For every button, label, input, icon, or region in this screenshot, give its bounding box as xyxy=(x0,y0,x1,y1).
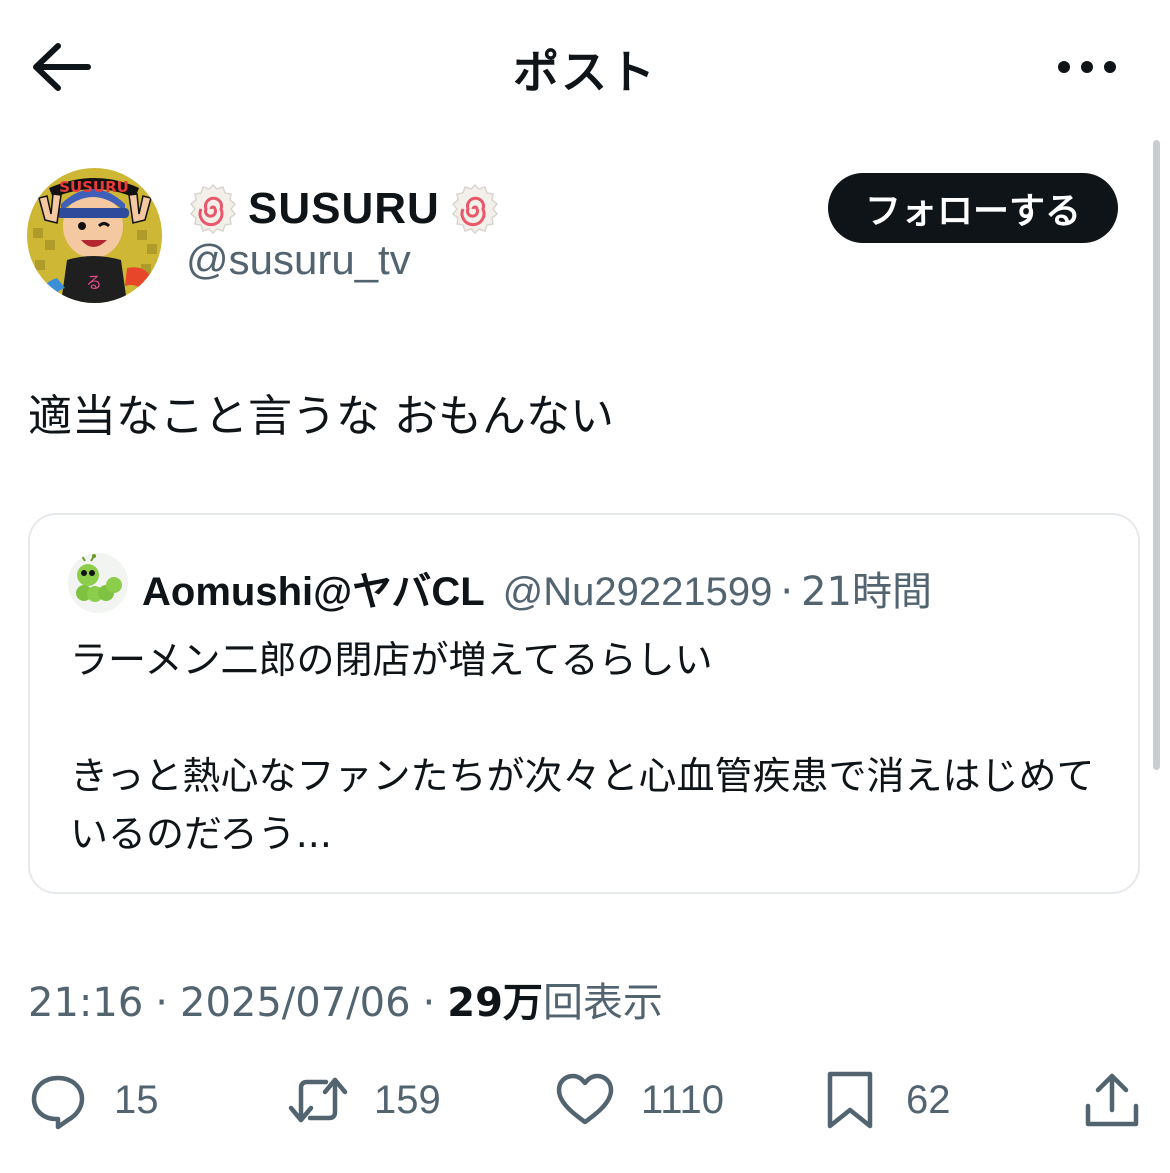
repost-button[interactable]: 159 xyxy=(288,1060,441,1140)
share-button[interactable] xyxy=(1082,1060,1142,1140)
author-avatar[interactable]: SUSURU る xyxy=(27,168,162,303)
separator-dot: · xyxy=(422,980,436,1026)
quoted-post[interactable]: Aomushi@ヤバCL @Nu29221599 · 21時間 ラーメン二郎の閉… xyxy=(28,513,1140,894)
bookmark-count: 62 xyxy=(906,1077,951,1122)
scrollbar[interactable] xyxy=(1153,140,1160,770)
post-date[interactable]: 2025/07/06 xyxy=(180,980,411,1026)
author-display-name[interactable]: SUSURU xyxy=(248,184,440,234)
bookmark-button[interactable]: 62 xyxy=(820,1060,951,1140)
page-title: ポスト xyxy=(513,45,657,99)
views-count[interactable]: 29万 xyxy=(447,970,543,1028)
like-count: 1110 xyxy=(641,1077,725,1122)
views-label: 回表示 xyxy=(542,980,663,1026)
naruto-icon xyxy=(451,183,498,235)
top-bar: ポスト xyxy=(0,0,1170,130)
separator-dot: · xyxy=(155,980,168,1026)
more-options-button[interactable] xyxy=(1052,50,1122,84)
quoted-author-name[interactable]: Aomushi@ヤバCL xyxy=(142,559,485,617)
svg-text:る: る xyxy=(86,273,102,292)
reply-icon xyxy=(31,1075,85,1130)
avatar-illustration: SUSURU る xyxy=(27,168,162,303)
heart-icon xyxy=(556,1073,614,1125)
caterpillar-icon xyxy=(68,553,128,613)
quoted-author-handle[interactable]: @Nu29221599 xyxy=(503,570,773,615)
bookmark-icon xyxy=(827,1071,873,1129)
author-handle[interactable]: @susuru_tv xyxy=(186,236,411,284)
author-name-row: SUSURU xyxy=(186,178,502,240)
naruto-icon xyxy=(189,183,237,235)
reply-count: 15 xyxy=(114,1077,159,1122)
separator-dot: · xyxy=(780,569,794,615)
repost-count: 159 xyxy=(374,1077,441,1122)
quoted-post-time[interactable]: 21時間 xyxy=(801,559,932,617)
post-text: 適当なこと言うな おもんない xyxy=(28,391,614,442)
share-icon xyxy=(1085,1073,1139,1127)
post-time[interactable]: 21:16 xyxy=(28,980,143,1026)
quoted-author-avatar[interactable] xyxy=(68,553,128,613)
quoted-post-header: Aomushi@ヤバCL @Nu29221599 · 21時間 xyxy=(142,559,932,617)
repost-icon xyxy=(288,1077,348,1123)
ellipsis-icon xyxy=(1058,61,1116,73)
reply-button[interactable]: 15 xyxy=(28,1060,159,1140)
quoted-post-text: ラーメン二郎の閉店が増えてるらしい きっと熱心なファンたちが次々と心血管疾患で消… xyxy=(70,638,1095,856)
avatar-logo-text: SUSURU xyxy=(59,178,129,196)
post-meta: 21:16 · 2025/07/06 · 29万 回表示 xyxy=(28,970,663,1028)
like-button[interactable]: 1110 xyxy=(555,1060,724,1140)
action-bar: 15 159 1110 62 xyxy=(0,1060,1170,1140)
follow-button[interactable]: フォローする xyxy=(828,173,1118,243)
